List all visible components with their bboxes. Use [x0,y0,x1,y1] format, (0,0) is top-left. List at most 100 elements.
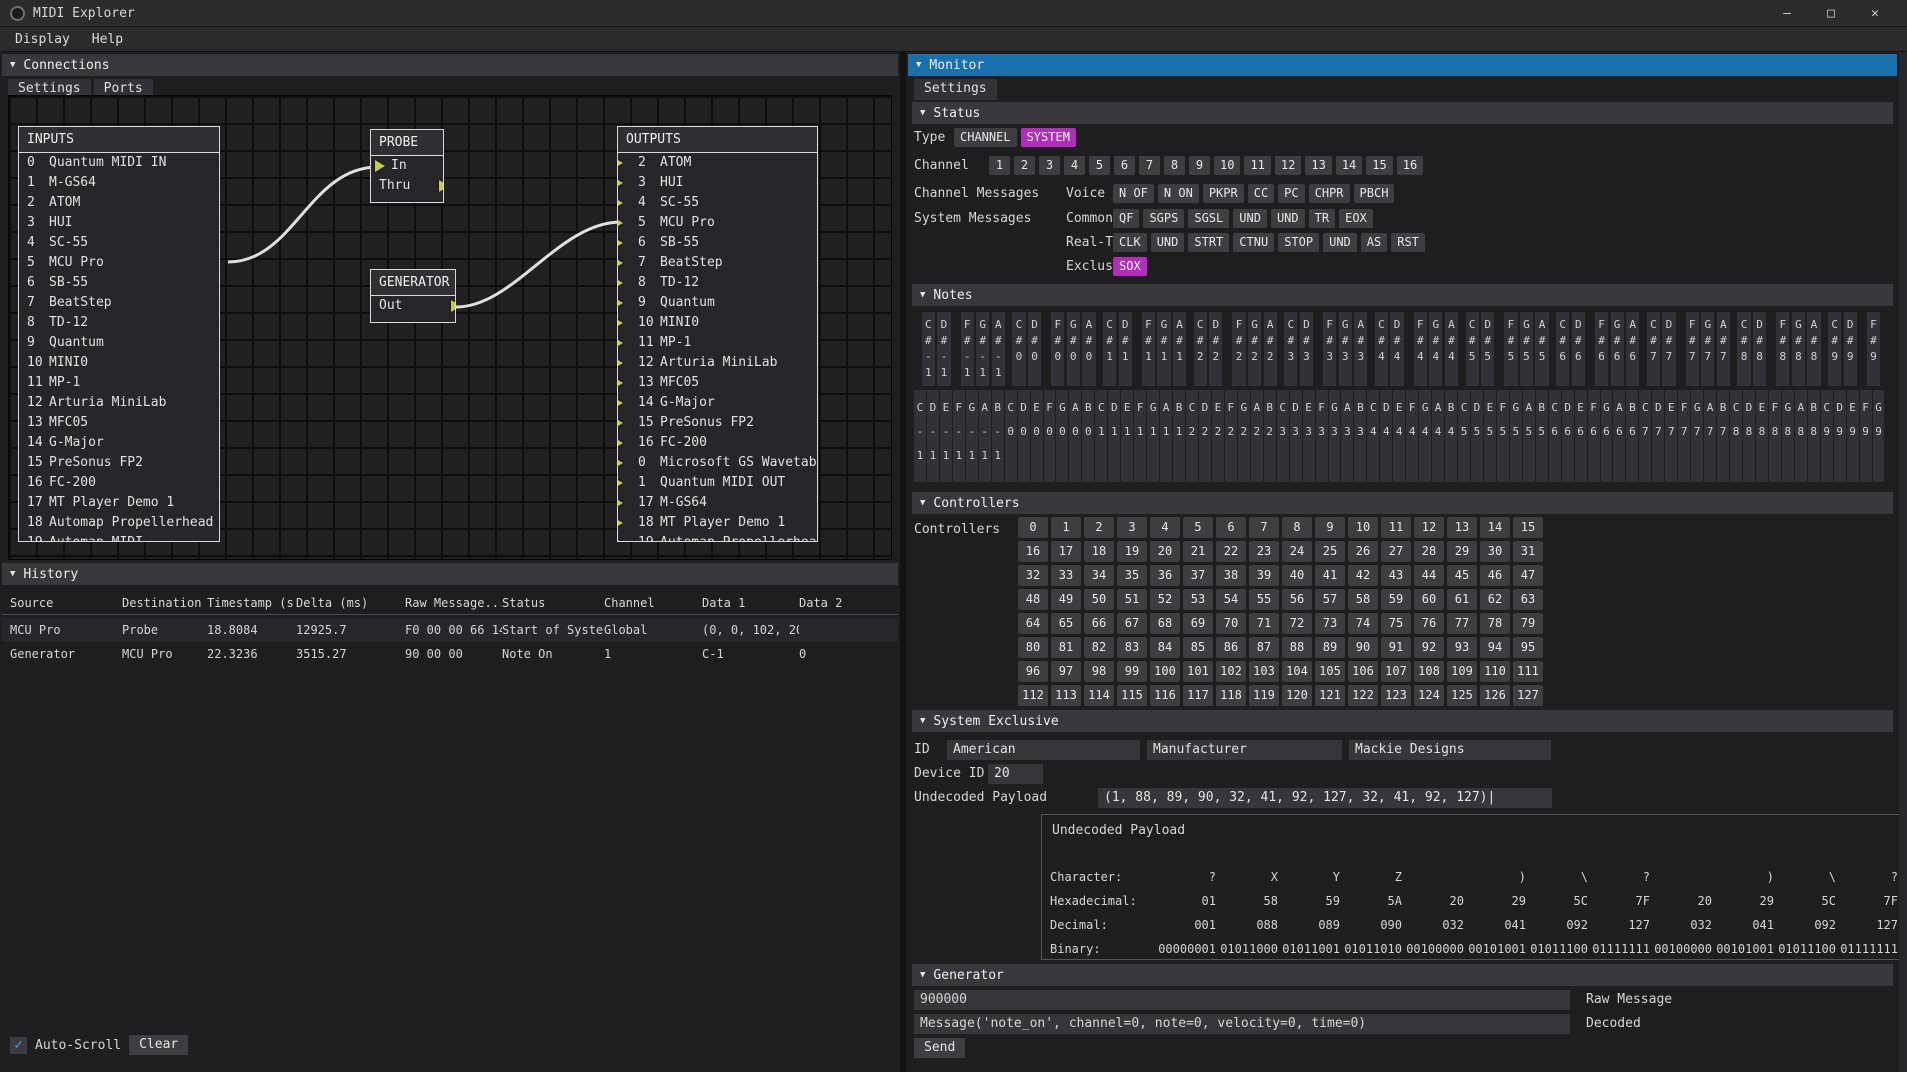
controller-button-62[interactable]: 62 [1480,589,1510,610]
message-button-ctnu[interactable]: CTNU [1233,233,1274,252]
note-key-F#5[interactable]: F#5 [1504,312,1517,386]
note-key-E-1[interactable]: E-1 [940,390,952,482]
controller-button-19[interactable]: 19 [1117,541,1147,562]
port-pin-icon[interactable] [617,177,623,189]
port-pin-icon[interactable] [617,237,623,249]
input-port-row[interactable]: 7BeatStep [19,293,219,313]
inputs-node[interactable]: INPUTS 0Quantum MIDI IN1M-GS642ATOM3HUI4… [18,126,220,542]
port-pin-icon[interactable] [617,537,623,542]
note-key-C7[interactable]: C7 [1639,390,1651,482]
port-pin-icon[interactable] [617,157,623,169]
note-key-F8[interactable]: F8 [1769,390,1781,482]
message-button-und[interactable]: UND [1323,233,1357,252]
controller-button-101[interactable]: 101 [1183,661,1213,682]
message-button-clk[interactable]: CLK [1113,233,1147,252]
note-key-D6[interactable]: D6 [1562,390,1574,482]
generator-out-row[interactable]: Out [371,296,455,316]
note-key-G#7[interactable]: G#7 [1701,312,1714,386]
input-port-row[interactable]: 10MINI0 [19,353,219,373]
channel-button-12[interactable]: 12 [1275,156,1301,175]
channel-button-7[interactable]: 7 [1139,156,1160,175]
message-button-strt[interactable]: STRT [1188,233,1229,252]
note-key-B4[interactable]: B4 [1445,390,1457,482]
controller-button-56[interactable]: 56 [1282,589,1312,610]
input-port-row[interactable]: 12Arturia MiniLab [19,393,219,413]
controller-button-51[interactable]: 51 [1117,589,1147,610]
sysex-id-name-field[interactable]: Mackie Designs [1349,740,1551,760]
controller-button-89[interactable]: 89 [1315,637,1345,658]
controller-button-126[interactable]: 126 [1480,685,1510,706]
output-port-row[interactable]: 0Microsoft GS Wavetable Synth [618,453,817,473]
minimize-button[interactable]: — [1765,0,1809,27]
controller-button-120[interactable]: 120 [1282,685,1312,706]
controller-button-80[interactable]: 80 [1018,637,1048,658]
raw-message-input[interactable]: 900000 [914,990,1570,1010]
controller-button-4[interactable]: 4 [1150,517,1180,538]
controller-button-24[interactable]: 24 [1282,541,1312,562]
controller-button-99[interactable]: 99 [1117,661,1147,682]
controller-button-18[interactable]: 18 [1084,541,1114,562]
note-key-A3[interactable]: A3 [1341,390,1353,482]
message-button-sox[interactable]: SOX [1113,257,1147,276]
output-port-row[interactable]: 14G-Major [618,393,817,413]
clear-button[interactable]: Clear [129,1035,188,1055]
controller-button-48[interactable]: 48 [1018,589,1048,610]
controller-button-14[interactable]: 14 [1480,517,1510,538]
note-key-C4[interactable]: C4 [1367,390,1379,482]
note-key-D#9[interactable]: D#9 [1844,312,1857,386]
channel-button-13[interactable]: 13 [1305,156,1331,175]
controller-button-76[interactable]: 76 [1414,613,1444,634]
controller-button-93[interactable]: 93 [1447,637,1477,658]
note-key-G0[interactable]: G0 [1056,390,1068,482]
note-key-F2[interactable]: F2 [1225,390,1237,482]
probe-in-row[interactable]: In [371,156,443,176]
note-key-G3[interactable]: G3 [1329,390,1341,482]
controller-button-10[interactable]: 10 [1348,517,1378,538]
output-port-row[interactable]: 5MCU Pro [618,213,817,233]
port-pin-icon[interactable] [617,497,623,509]
controller-button-111[interactable]: 111 [1513,661,1543,682]
controller-button-108[interactable]: 108 [1414,661,1444,682]
payload-field[interactable]: (1, 88, 89, 90, 32, 41, 92, 127, 32, 41,… [1098,788,1552,808]
note-key-F#4[interactable]: F#4 [1414,312,1427,386]
controller-button-41[interactable]: 41 [1315,565,1345,586]
send-button[interactable]: Send [914,1038,965,1058]
controller-button-21[interactable]: 21 [1183,541,1213,562]
port-pin-icon[interactable] [617,357,623,369]
output-port-row[interactable]: 19Automap Propellerhead [618,533,817,542]
input-port-row[interactable]: 19Automap MIDI [19,533,219,542]
input-port-row[interactable]: 17MT Player Demo 1 [19,493,219,513]
decoded-input[interactable]: Message('note_on', channel=0, note=0, ve… [914,1014,1570,1034]
controller-button-77[interactable]: 77 [1447,613,1477,634]
note-key-D#0[interactable]: D#0 [1028,312,1041,386]
note-key-C#3[interactable]: C#3 [1284,312,1297,386]
message-button-und[interactable]: UND [1233,209,1267,228]
note-key-D#-1[interactable]: D#-1 [937,312,950,386]
controller-button-110[interactable]: 110 [1480,661,1510,682]
note-key-D4[interactable]: D4 [1380,390,1392,482]
port-pin-icon[interactable] [617,457,623,469]
note-key-F4[interactable]: F4 [1406,390,1418,482]
connections-header[interactable]: ▼ Connections [2,54,898,76]
output-port-row[interactable]: 9Quantum [618,293,817,313]
controller-button-82[interactable]: 82 [1084,637,1114,658]
controller-button-78[interactable]: 78 [1480,613,1510,634]
port-pin-icon[interactable] [617,437,623,449]
controller-button-124[interactable]: 124 [1414,685,1444,706]
controller-button-70[interactable]: 70 [1216,613,1246,634]
controller-button-52[interactable]: 52 [1150,589,1180,610]
controller-button-127[interactable]: 127 [1513,685,1543,706]
controller-button-95[interactable]: 95 [1513,637,1543,658]
note-key-E2[interactable]: E2 [1212,390,1224,482]
input-port-row[interactable]: 9Quantum [19,333,219,353]
monitor-header[interactable]: ▼ Monitor [908,54,1897,76]
controller-button-25[interactable]: 25 [1315,541,1345,562]
controller-button-55[interactable]: 55 [1249,589,1279,610]
message-button-eox[interactable]: EOX [1339,209,1373,228]
output-port-row[interactable]: 7BeatStep [618,253,817,273]
sysex-id-group-field[interactable]: American [947,740,1140,760]
controller-button-38[interactable]: 38 [1216,565,1246,586]
controller-button-86[interactable]: 86 [1216,637,1246,658]
note-key-D#8[interactable]: D#8 [1753,312,1766,386]
note-key-E1[interactable]: E1 [1121,390,1133,482]
